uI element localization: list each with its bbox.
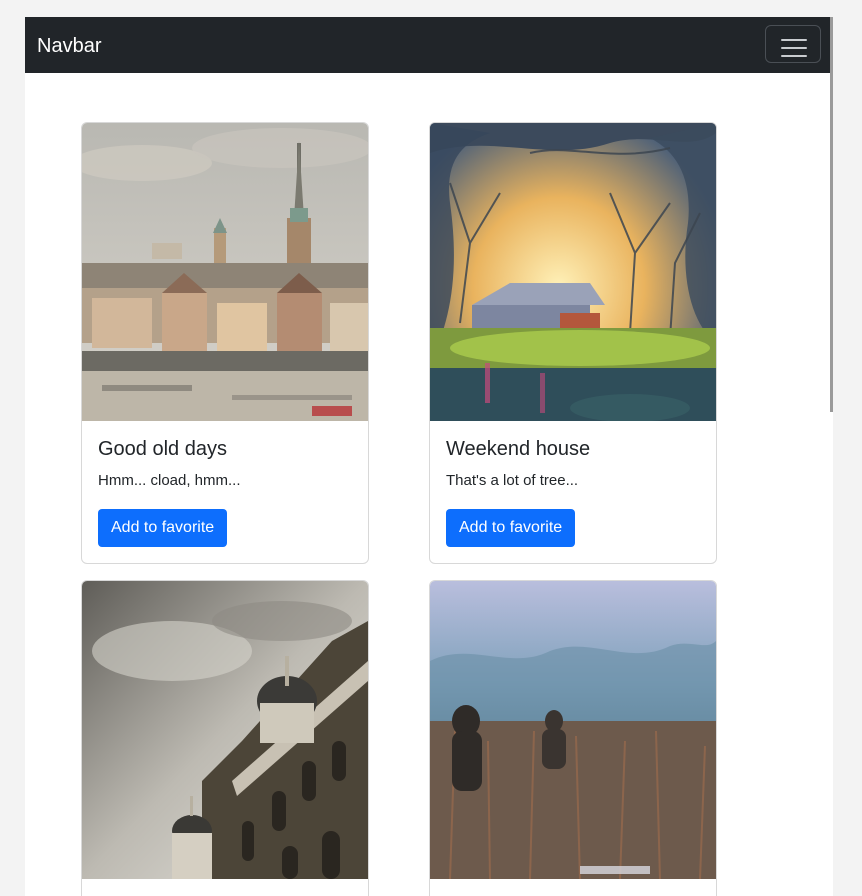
- card-text: That's a lot of tree...: [446, 472, 579, 489]
- foggy-field-figures-photo: [430, 581, 716, 879]
- card-foggy-field: [429, 580, 717, 896]
- card-good-old-days: Good old days Hmm... cload, hmm... Add t…: [81, 122, 369, 564]
- card-body: [430, 879, 716, 896]
- card-baroque-building: [81, 580, 369, 896]
- card-title: Good old days: [98, 438, 227, 460]
- add-to-favorite-button[interactable]: Add to favorite: [98, 509, 228, 547]
- card-body: Weekend house That's a lot of tree... Ad…: [430, 421, 716, 563]
- card-title: Weekend house: [446, 438, 591, 460]
- add-to-favorite-button[interactable]: Add to favorite: [446, 509, 576, 547]
- card-body: Good old days Hmm... cload, hmm... Add t…: [82, 421, 368, 563]
- baroque-building-photo: [82, 581, 368, 879]
- scrollbar[interactable]: [830, 17, 833, 412]
- navbar-toggler-button[interactable]: [765, 25, 821, 63]
- tree-alley-house-photo: [430, 123, 716, 421]
- card-body: [82, 879, 368, 896]
- browser-viewport: Navbar Good old days Hmm... cload, hmm..…: [25, 17, 833, 896]
- card-text: Hmm... cload, hmm...: [98, 472, 241, 489]
- city-skyline-photo: [82, 123, 368, 421]
- card-weekend-house: Weekend house That's a lot of tree... Ad…: [429, 122, 717, 564]
- navbar-brand[interactable]: Navbar: [37, 34, 101, 58]
- navbar: Navbar: [25, 17, 833, 73]
